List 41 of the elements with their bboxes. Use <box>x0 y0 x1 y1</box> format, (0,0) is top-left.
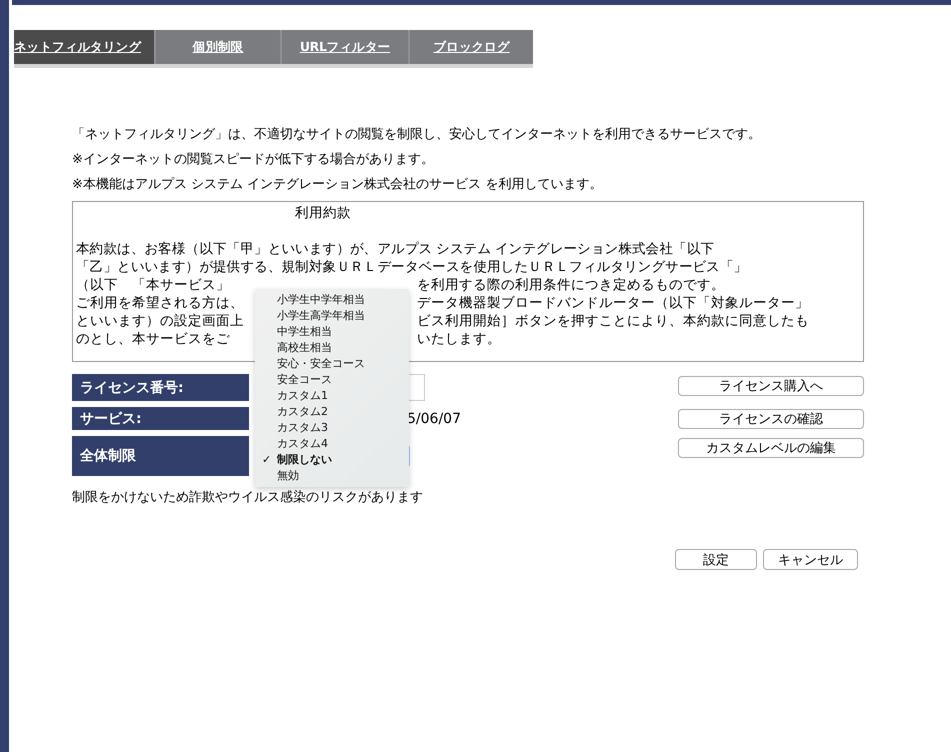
menu-item[interactable]: 安心・安全コース <box>255 356 409 372</box>
license-label: ライセンス番号: <box>72 374 249 401</box>
tab[interactable]: ブロックログ <box>408 30 533 64</box>
terms-title: 利用約款 <box>295 205 351 221</box>
menu-item[interactable]: カスタム1 <box>255 388 409 404</box>
menu-item[interactable]: 無効 <box>255 468 409 484</box>
intro-text: 「ネットフィルタリング」は、不適切なサイトの閲覧を制限し、安心してインターネットを利用できるサービスです。 <box>72 126 762 143</box>
menu-item[interactable]: 中学生相当 <box>255 324 409 340</box>
edit-button[interactable]: カスタムレベルの編集 <box>678 438 864 458</box>
terms-text: （以下 「本サービス」 <box>76 276 231 294</box>
terms-text: を利用する際の利用条件につき定めるものです。 <box>417 276 726 294</box>
menu-item[interactable]: 小学生中学年相当 <box>255 292 409 308</box>
warning-text: 制限をかけないため詐欺やウイルス感染のリスクがあります <box>72 489 424 506</box>
menu-item[interactable]: ✓ 制限しない <box>255 452 409 468</box>
restriction-label: 全体制限 <box>72 436 249 476</box>
purchase-button[interactable]: ライセンス購入へ <box>678 376 864 396</box>
menu-item[interactable]: カスタム3 <box>255 420 409 436</box>
check-button[interactable]: ライセンスの確認 <box>678 409 864 429</box>
tab[interactable]: ネットフィルタリング <box>14 30 154 64</box>
terms-text: 「乙」といいます）が提供する、規制対象ＵＲＬデータベースを使用したＵＲＬフィルタリングサービス「」 <box>76 258 748 276</box>
service-label: サービス: <box>72 407 249 430</box>
terms-text: ビス利用開始］ボタンを押すことにより、本約款に同意したも <box>417 312 810 330</box>
menu-item[interactable]: カスタム2 <box>255 404 409 420</box>
terms-text: 本約款は、お客様（以下「甲」といいます）が、アルプス システム インテグレーション株式会社「以下 <box>76 240 716 258</box>
service-value: 5/06/07 <box>407 410 461 426</box>
menu-item[interactable]: 高校生相当 <box>255 340 409 356</box>
cancel-button[interactable]: キャンセル <box>763 549 858 570</box>
terms-text: のとし、本サービスをご <box>76 330 231 348</box>
menu-item[interactable]: 安全コース <box>255 372 409 388</box>
save-button[interactable]: 設定 <box>675 549 757 570</box>
menu-item[interactable]: カスタム4 <box>255 436 409 452</box>
menu-item[interactable]: 小学生高学年相当 <box>255 308 409 324</box>
terms-text: いたします。 <box>417 330 502 348</box>
tab[interactable]: 個別制限 <box>154 30 280 64</box>
terms-text: といいます）の設定画面上 <box>76 312 245 330</box>
terms-text: ご利用を希望される方は、 <box>76 294 245 312</box>
intro-text: ※インターネットの閲覧スピードが低下する場合があります。 <box>72 151 435 168</box>
tab[interactable]: URLフィルター <box>280 30 408 64</box>
intro-text: ※本機能はアルプス システム インテグレーション株式会社のサービス を利用しています。 <box>72 176 604 193</box>
terms-text: データ機器製ブロードバンドルーター（以下「対象ルーター」 <box>417 294 810 312</box>
check-icon: ✓ <box>262 453 272 466</box>
